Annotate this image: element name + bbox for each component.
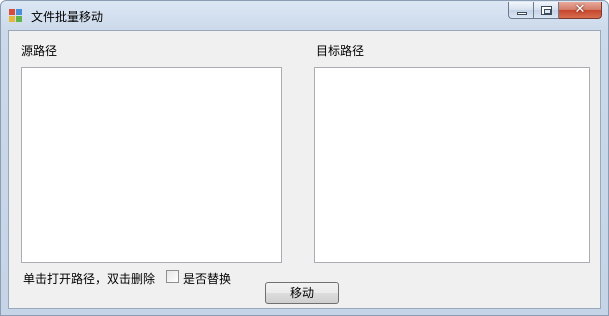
- maximize-button[interactable]: [534, 2, 559, 19]
- caption-buttons: ✕: [508, 2, 602, 21]
- replace-checkbox-box[interactable]: [166, 270, 179, 283]
- source-path-label: 源路径: [21, 44, 58, 58]
- app-window: 文件批量移动 ✕ 源路径 目标路径 单击打开路径，双击删除 是否替换 移动: [0, 0, 609, 316]
- maximize-icon: [541, 6, 552, 15]
- replace-checkbox-label[interactable]: 是否替换: [183, 270, 231, 287]
- window-title: 文件批量移动: [31, 10, 104, 24]
- source-path-listbox[interactable]: [21, 67, 282, 263]
- minimize-button[interactable]: [508, 2, 534, 19]
- title-bar[interactable]: 文件批量移动 ✕: [1, 1, 608, 30]
- close-icon: ✕: [574, 2, 586, 17]
- move-button[interactable]: 移动: [265, 282, 339, 304]
- form-client-area: 源路径 目标路径 单击打开路径，双击删除 是否替换 移动: [8, 30, 601, 309]
- hint-label: 单击打开路径，双击删除: [23, 272, 156, 286]
- app-icon: [9, 9, 23, 23]
- target-path-label: 目标路径: [316, 44, 365, 58]
- target-path-listbox[interactable]: [314, 67, 590, 263]
- close-button[interactable]: ✕: [559, 2, 602, 19]
- replace-checkbox[interactable]: [166, 270, 179, 283]
- minimize-icon: [517, 12, 527, 15]
